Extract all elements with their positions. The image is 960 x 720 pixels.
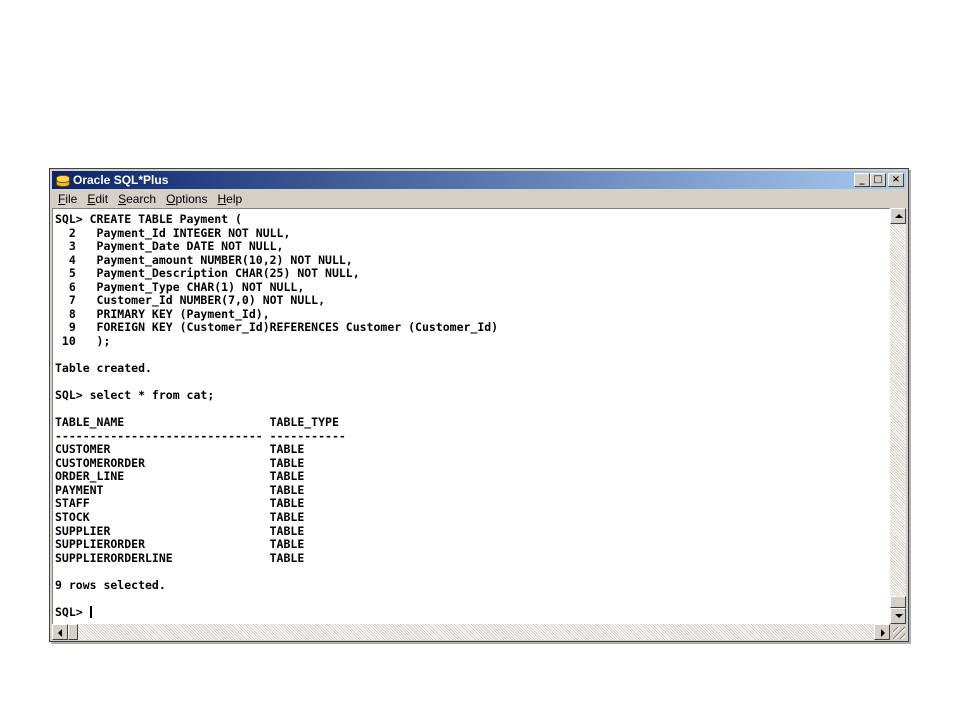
scroll-right-button[interactable] <box>874 624 890 640</box>
menu-edit[interactable]: Edit <box>87 192 108 206</box>
console-line: 6 Payment_Type CHAR(1) NOT NULL, <box>68 279 305 294</box>
console-area[interactable]: SQL> CREATE TABLE Payment ( 2 Payment_Id… <box>52 208 890 624</box>
console-line: PAYMENT TABLE <box>55 482 305 497</box>
console-output: SQL> CREATE TABLE Payment ( 2 Payment_Id… <box>53 209 890 619</box>
size-grip[interactable] <box>890 624 906 640</box>
console-line: TABLE_NAME TABLE_TYPE <box>55 415 339 430</box>
menu-help[interactable]: Help <box>217 192 242 206</box>
console-line: 10 ); <box>61 333 111 348</box>
console-line: SQL> select * from cat; <box>55 388 215 403</box>
console-line: 9 FOREIGN KEY (Customer_Id)REFERENCES Cu… <box>68 320 499 335</box>
menu-options[interactable]: Options <box>166 192 207 206</box>
menu-search[interactable]: Search <box>118 192 156 206</box>
console-line: STOCK TABLE <box>55 510 305 525</box>
console-line: 9 rows selected. <box>55 577 166 592</box>
window-controls: _ □ × <box>854 173 904 187</box>
console-line: CUSTOMERORDER TABLE <box>55 455 305 470</box>
resize-grip-icon <box>893 627 905 639</box>
console-line: SUPPLIERORDER TABLE <box>55 537 305 552</box>
console-prompt: SQL> <box>55 604 90 619</box>
close-button[interactable]: × <box>888 173 904 187</box>
console-line: 4 Payment_amount NUMBER(10,2) NOT NULL, <box>68 252 353 267</box>
console-line: Table created. <box>55 361 152 376</box>
console-line: 5 Payment_Description CHAR(25) NOT NULL, <box>68 266 360 281</box>
console-lines: SQL> CREATE TABLE Payment ( 2 Payment_Id… <box>55 212 498 592</box>
console-line: 2 Payment_Id INTEGER NOT NULL, <box>68 225 291 240</box>
arrow-down-icon <box>895 614 903 618</box>
menu-file[interactable]: File <box>58 192 77 206</box>
console-line: ------------------------------ ---------… <box>55 428 346 443</box>
scroll-down-button[interactable] <box>890 608 906 624</box>
console-line: 8 PRIMARY KEY (Payment_Id), <box>68 306 270 321</box>
minimize-button[interactable]: _ <box>854 173 870 187</box>
maximize-button[interactable]: □ <box>870 173 886 187</box>
scroll-left-button[interactable] <box>52 624 68 640</box>
console-line: SQL> CREATE TABLE Payment ( <box>55 212 242 226</box>
horizontal-scrollbar[interactable] <box>52 624 890 640</box>
console-line: SUPPLIERORDERLINE TABLE <box>55 550 305 565</box>
console-line: CUSTOMER TABLE <box>55 442 305 457</box>
window-title: Oracle SQL*Plus <box>73 173 169 187</box>
console-line: 7 Customer_Id NUMBER(7,0) NOT NULL, <box>68 293 326 308</box>
console-line: STAFF TABLE <box>55 496 305 511</box>
menu-bar: File Edit Search Options Help <box>52 190 906 208</box>
text-cursor <box>89 605 92 618</box>
title-bar[interactable]: Oracle SQL*Plus _ □ × <box>52 171 906 189</box>
arrow-left-icon <box>58 629 62 637</box>
sqlplus-window: Oracle SQL*Plus _ □ × File Edit Search O… <box>49 168 909 642</box>
console-line: 3 Payment_Date DATE NOT NULL, <box>68 239 284 254</box>
arrow-up-icon <box>895 214 903 218</box>
oracle-app-icon[interactable] <box>55 173 70 187</box>
console-line: ORDER_LINE TABLE <box>55 469 305 484</box>
horizontal-scroll-thumb[interactable] <box>68 624 78 640</box>
scroll-up-button[interactable] <box>890 208 906 224</box>
arrow-right-icon <box>881 629 885 637</box>
vertical-scrollbar[interactable] <box>890 208 906 624</box>
vertical-scroll-thumb[interactable] <box>890 596 906 608</box>
console-line: SUPPLIER TABLE <box>55 523 305 538</box>
